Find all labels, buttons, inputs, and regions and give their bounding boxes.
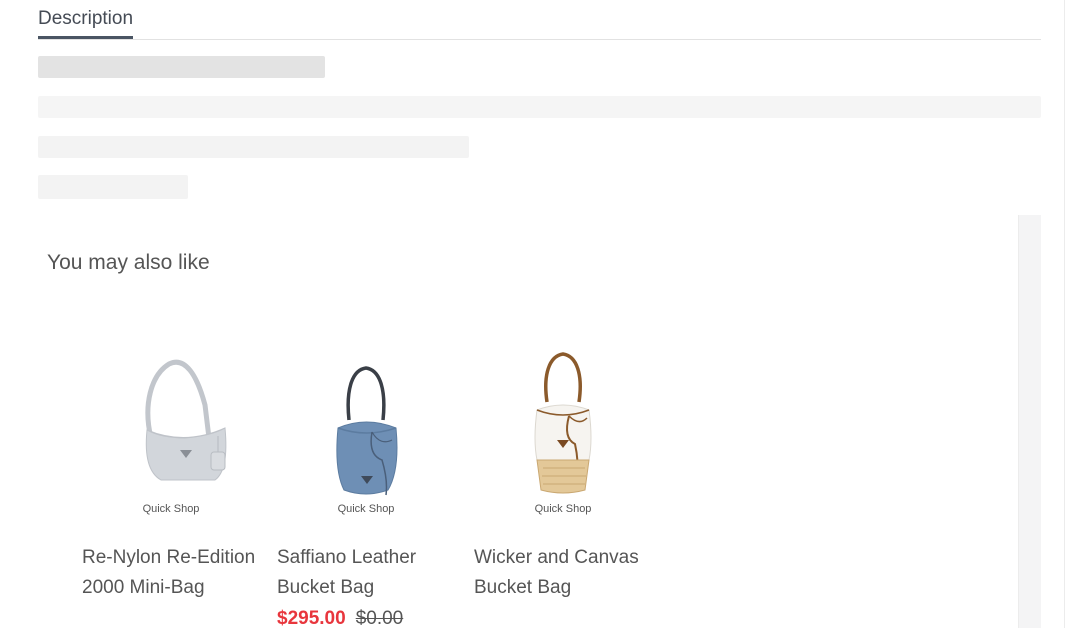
recommendations-scrollbar[interactable] xyxy=(1018,215,1041,628)
page-edge-divider xyxy=(1064,0,1065,628)
blue-bucket-bag-icon[interactable] xyxy=(296,320,436,500)
product-card[interactable]: Quick Shop Re-Nylon Re-Edition 2000 Mini… xyxy=(81,300,261,628)
product-name[interactable]: Wicker and Canvas Bucket Bag xyxy=(474,543,652,603)
product-name[interactable]: Re-Nylon Re-Edition 2000 Mini-Bag xyxy=(82,543,260,603)
product-tabs: Description xyxy=(38,0,1041,40)
wicker-canvas-bucket-bag-icon[interactable] xyxy=(493,320,633,500)
product-page: Description You may also like Quick Shop… xyxy=(0,0,1080,628)
product-card[interactable]: Quick Shop Saffiano Leather Bucket Bag $… xyxy=(276,300,456,628)
description-skeleton-line xyxy=(38,56,325,78)
original-price: $0.00 xyxy=(355,608,404,628)
quick-shop-button[interactable]: Quick Shop xyxy=(473,503,653,515)
quick-shop-button[interactable]: Quick Shop xyxy=(81,503,261,515)
description-skeleton-line xyxy=(38,136,469,158)
product-card[interactable]: Quick Shop Wicker and Canvas Bucket Bag xyxy=(473,300,653,628)
price-row: $295.00 $0.00 xyxy=(277,608,403,628)
white-nylon-hobo-bag-icon[interactable] xyxy=(101,320,241,500)
quick-shop-button[interactable]: Quick Shop xyxy=(276,503,456,515)
sale-price: $295.00 xyxy=(277,608,346,628)
description-skeleton-line xyxy=(38,96,1041,118)
tab-description[interactable]: Description xyxy=(38,8,134,39)
description-skeleton-line xyxy=(38,175,188,199)
recommendations-title: You may also like xyxy=(47,251,210,274)
product-name[interactable]: Saffiano Leather Bucket Bag xyxy=(277,543,455,603)
